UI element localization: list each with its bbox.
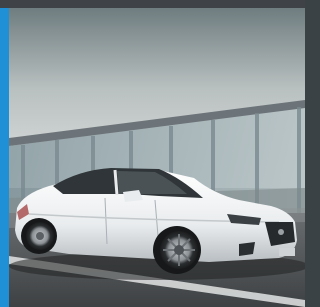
image-card <box>0 0 305 307</box>
side-accent-bar <box>0 8 9 307</box>
top-strip <box>0 0 305 8</box>
rear-wheel <box>21 218 57 254</box>
car-photo[interactable] <box>9 8 305 307</box>
front-wheel <box>153 226 201 274</box>
